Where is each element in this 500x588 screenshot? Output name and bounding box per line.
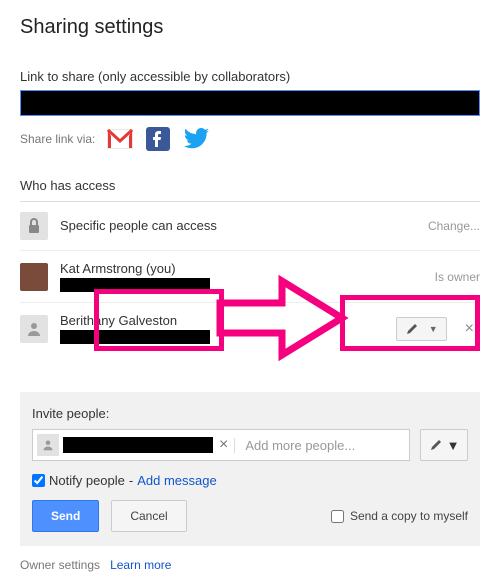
share-via-label: Share link via: <box>20 132 95 146</box>
pencil-icon <box>405 322 419 336</box>
lock-icon <box>20 212 48 240</box>
link-share-label: Link to share (only accessible by collab… <box>20 69 480 84</box>
access-scope-label: Specific people can access <box>60 218 378 233</box>
pencil-icon <box>429 438 443 452</box>
user-email-redacted <box>60 278 210 292</box>
remove-user-button[interactable]: × <box>459 316 480 342</box>
page-title: Sharing settings <box>20 16 480 39</box>
owner-settings-label: Owner settings <box>20 558 100 572</box>
gmail-icon[interactable] <box>107 126 133 152</box>
change-access-link[interactable]: Change... <box>390 219 480 233</box>
invite-label: Invite people: <box>32 406 468 421</box>
avatar <box>20 263 48 291</box>
notify-people-checkbox[interactable] <box>32 474 45 487</box>
cancel-button[interactable]: Cancel <box>111 500 186 532</box>
twitter-icon[interactable] <box>183 126 209 152</box>
send-copy-label: Send a copy to myself <box>350 509 468 523</box>
learn-more-link[interactable]: Learn more <box>110 558 171 572</box>
user-email-redacted <box>60 330 210 344</box>
invite-permission-dropdown[interactable]: ▼ <box>420 429 468 461</box>
permission-dropdown[interactable]: ▼ <box>396 317 447 341</box>
user-role: Is owner <box>390 270 480 284</box>
link-share-input[interactable] <box>20 90 480 116</box>
chevron-down-icon: ▼ <box>447 438 460 453</box>
access-scope-row: Specific people can access Change... <box>20 202 480 251</box>
add-more-placeholder[interactable]: Add more people... <box>234 438 409 453</box>
invite-panel: Invite people: × Add more people... ▼ No… <box>20 392 480 546</box>
send-copy-checkbox[interactable] <box>331 510 344 523</box>
invite-people-input[interactable]: × Add more people... <box>32 429 410 461</box>
avatar <box>20 315 48 343</box>
user-row-owner: Kat Armstrong (you) Is owner <box>20 251 480 303</box>
send-button[interactable]: Send <box>32 500 99 532</box>
user-name: Berithany Galveston <box>60 313 384 328</box>
person-icon <box>37 434 59 456</box>
user-name: Kat Armstrong (you) <box>60 261 378 276</box>
user-row-collab: Berithany Galveston ▼ × <box>20 303 480 366</box>
remove-chip-button[interactable]: × <box>213 436 234 454</box>
notify-people-label: Notify people <box>49 473 125 488</box>
add-message-link[interactable]: Add message <box>137 473 217 488</box>
who-has-access-title: Who has access <box>20 178 480 202</box>
facebook-icon[interactable] <box>145 126 171 152</box>
invite-chip-name-redacted <box>63 437 213 453</box>
chevron-down-icon: ▼ <box>429 324 438 334</box>
